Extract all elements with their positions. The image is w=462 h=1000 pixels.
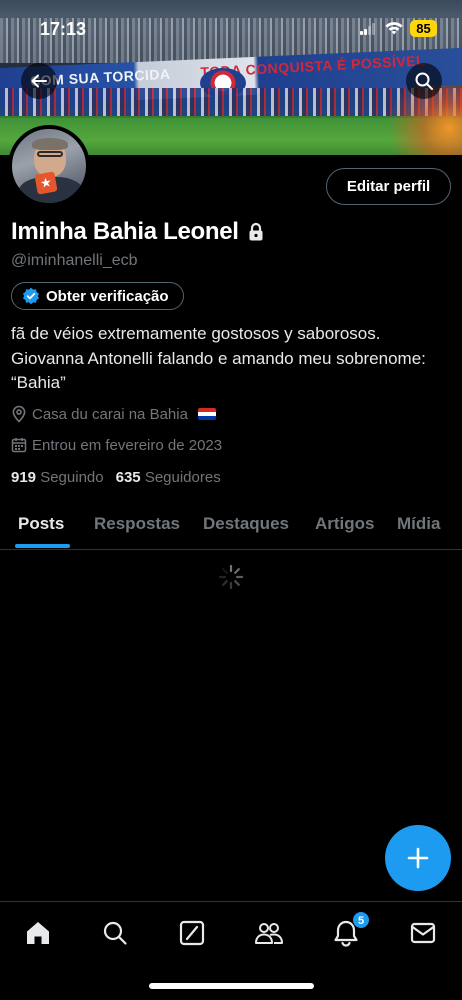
followers-link[interactable]: 635 Seguidores [116,469,221,486]
communities-icon [255,923,283,944]
search-button[interactable] [406,63,442,99]
active-tab-indicator [15,544,70,548]
nav-communities[interactable] [253,918,285,948]
get-verified-label: Obter verificação [46,287,169,305]
home-indicator[interactable] [149,983,314,989]
user-handle: @iminhanelli_ecb [11,252,138,269]
back-button[interactable] [21,63,57,99]
following-link[interactable]: 919 Seguindo [11,469,104,486]
joined-text: Entrou em fevereiro de 2023 [32,436,223,454]
tab-media[interactable]: Mídia [397,514,440,534]
avatar[interactable]: ★ [8,125,90,207]
display-name: Iminha Bahia Leonel [11,218,239,245]
paraguay-flag-icon [197,408,216,420]
notifications-badge: 5 [352,911,370,929]
get-verified-button[interactable]: Obter verificação [11,282,184,310]
battery-indicator: 85 [410,20,437,37]
lock-icon [249,222,263,241]
search-icon [103,921,127,945]
profile-bio: fã de véios extremamente gostosos y sabo… [11,324,426,392]
profile-joined-date: Entrou em fevereiro de 2023 [11,435,222,455]
home-icon [27,922,49,944]
profile-location: Casa du carai na Bahia [11,404,216,424]
follow-stats: 919 Seguindo 635 Seguidores [11,469,221,486]
tab-posts[interactable]: Posts [18,514,64,534]
compose-post-button[interactable] [385,825,451,891]
nav-messages[interactable] [407,918,439,948]
calendar-icon [11,438,27,453]
status-bar: 17:13 85 [0,0,462,50]
tab-highlights[interactable]: Destaques [203,514,289,534]
arrow-left-icon [31,74,47,88]
status-time: 17:13 [40,19,87,39]
cellular-signal-icon [360,23,376,35]
verified-badge-icon [23,287,39,305]
grok-icon [179,920,205,946]
plus-icon [407,847,429,869]
profile-name-row: Iminha Bahia Leonel [11,216,264,248]
nav-search[interactable] [99,918,131,948]
location-pin-icon [12,405,26,423]
nav-home[interactable] [22,918,54,948]
tab-replies[interactable]: Respostas [94,514,180,534]
profile-tabs: Posts Respostas Destaques Artigos Mídia [0,498,462,550]
edit-profile-button[interactable]: Editar perfil [326,168,451,205]
location-text: Casa du carai na Bahia [32,405,188,423]
tab-articles[interactable]: Artigos [315,514,375,534]
loading-spinner-icon [218,564,244,590]
search-icon [415,72,433,90]
avatar-sticker: ★ [34,171,58,195]
nav-grok[interactable] [176,918,208,948]
wifi-icon [385,22,403,35]
messages-icon [410,922,436,944]
